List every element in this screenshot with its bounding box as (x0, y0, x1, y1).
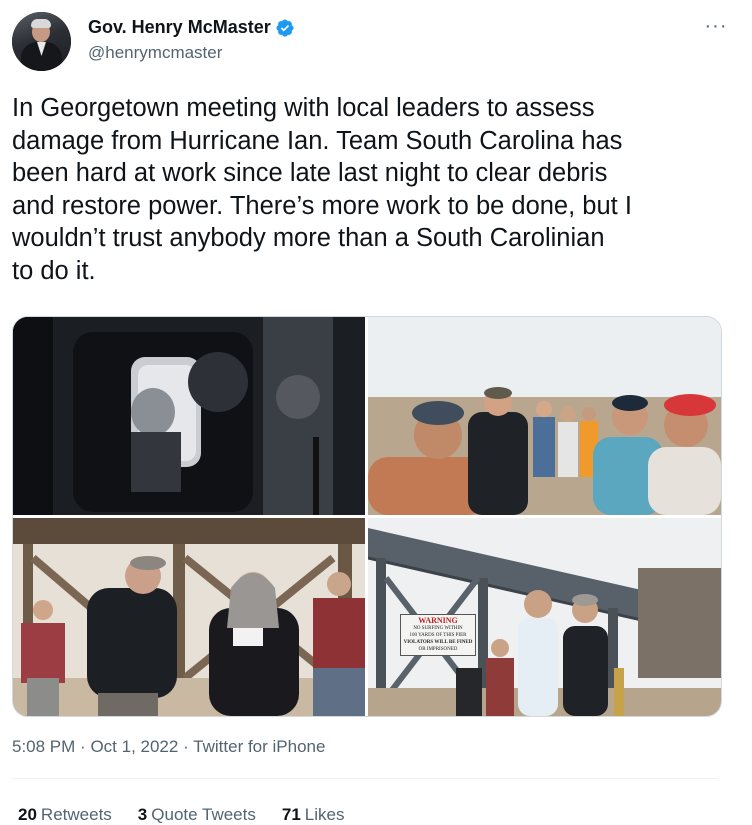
photo-3-graphic (13, 518, 365, 716)
warning-sign-title: WARNING (418, 616, 458, 625)
photo-1-graphic (13, 317, 365, 515)
warning-sign-line: 100 YARDS OF THIS PIER (409, 633, 467, 638)
retweets-stat[interactable]: 20 Retweets (18, 805, 112, 825)
tweet-text: In Georgetown meeting with local leaders… (12, 94, 632, 285)
author-handle[interactable]: @henrymcmaster (88, 43, 222, 63)
tweet-meta: 5:08 PM · Oct 1, 2022 · Twitter for iPho… (12, 737, 325, 757)
quote-tweets-stat[interactable]: 3 Quote Tweets (138, 805, 256, 825)
verified-badge-icon (276, 18, 294, 37)
photo-pier-handshake[interactable] (13, 518, 365, 716)
author-name-row[interactable]: Gov. Henry McMaster (88, 17, 295, 38)
retweets-label: Retweets (40, 805, 112, 824)
photo-pier-warning-sign[interactable]: WARNING NO SURFING WITHIN 100 YARDS OF T… (368, 518, 721, 716)
likes-stat[interactable]: 71 Likes (282, 805, 345, 825)
more-horizontal-icon[interactable]: ··· (702, 16, 730, 38)
photo-2-graphic (368, 317, 721, 515)
author-name[interactable]: Gov. Henry McMaster (88, 17, 271, 38)
meta-separator: · (80, 737, 86, 756)
quote-tweets-label: Quote Tweets (151, 805, 256, 824)
quote-tweets-count: 3 (137, 805, 148, 824)
media-grid: WARNING NO SURFING WITHIN 100 YARDS OF T… (12, 316, 722, 717)
warning-sign-line: NO SURFING WITHIN (413, 626, 463, 631)
tweet-client[interactable]: Twitter for iPhone (193, 737, 325, 756)
tweet-header: Gov. Henry McMaster @henrymcmaster ··· (12, 12, 738, 72)
divider (12, 778, 718, 779)
photo-beach-group-meeting[interactable] (368, 317, 721, 515)
meta-separator: · (183, 737, 189, 756)
likes-count: 71 (281, 805, 301, 824)
retweets-count: 20 (18, 805, 37, 824)
warning-sign: WARNING NO SURFING WITHIN 100 YARDS OF T… (400, 614, 476, 656)
avatar[interactable] (12, 12, 71, 71)
tweet-stats: 20 Retweets 3 Quote Tweets 71 Likes (18, 805, 344, 825)
warning-sign-line: OR IMPRISONED (418, 647, 458, 652)
photo-helicopter-interior[interactable] (13, 317, 365, 515)
likes-label: Likes (304, 805, 345, 824)
tweet-time[interactable]: 5:08 PM (12, 737, 75, 756)
tweet-date[interactable]: Oct 1, 2022 (90, 737, 178, 756)
warning-sign-line: VIOLATORS WILL BE FINED (403, 640, 473, 645)
